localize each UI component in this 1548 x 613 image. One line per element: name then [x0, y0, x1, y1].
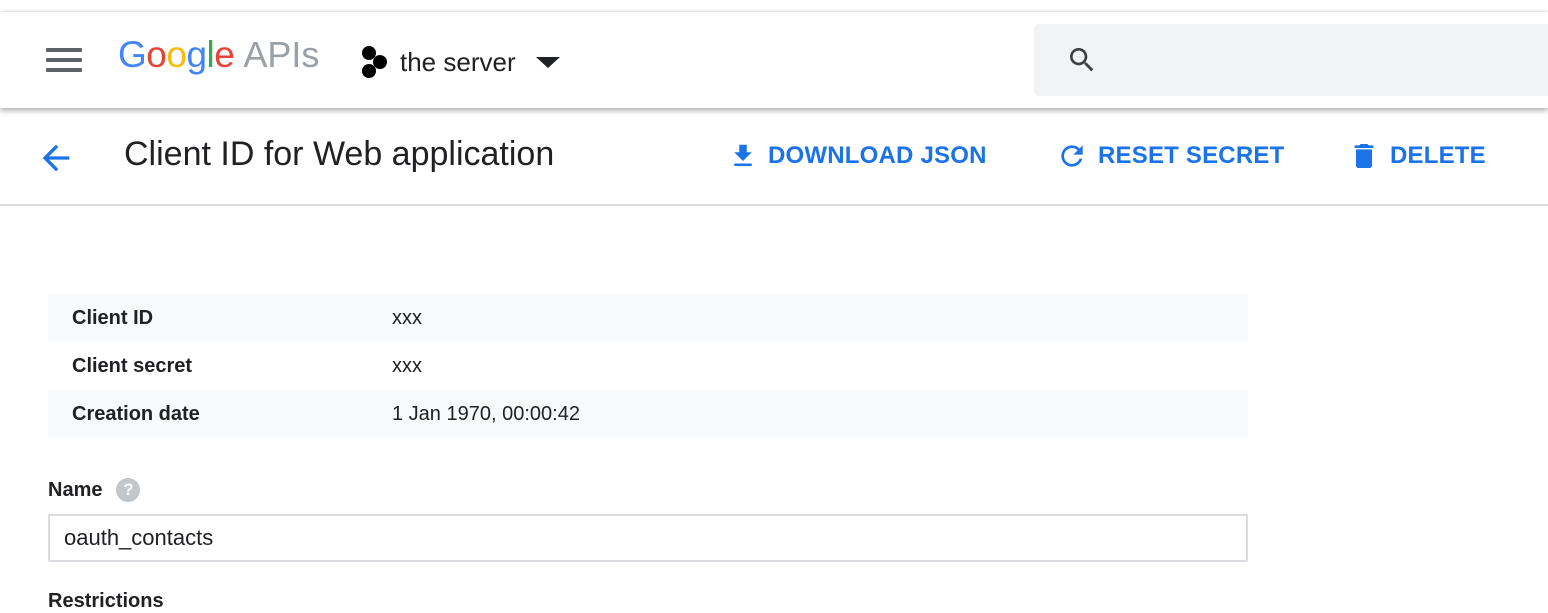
caret-down-icon: [535, 56, 560, 68]
back-arrow-icon[interactable]: [36, 138, 76, 178]
page-toolbar: Client ID for Web application DOWNLOAD J…: [0, 108, 1548, 206]
download-json-label: DOWNLOAD JSON: [768, 142, 987, 169]
detail-value: xxx: [392, 306, 422, 329]
menu-line: [46, 58, 82, 62]
name-field-label: Name ?: [48, 478, 141, 502]
search-bar[interactable]: [1034, 24, 1548, 96]
detail-label: Client secret: [72, 354, 193, 377]
help-icon[interactable]: ?: [116, 478, 141, 502]
restrictions-heading: Restrictions: [48, 590, 164, 612]
search-icon: [1070, 48, 1094, 72]
project-hexagon-icon: [358, 46, 388, 78]
app-bar: Google APIs the server: [0, 12, 1548, 108]
download-json-button[interactable]: DOWNLOAD JSON: [728, 138, 987, 174]
project-name: the server: [400, 46, 516, 77]
logo-letter: g: [186, 34, 207, 75]
name-label-text: Name: [48, 478, 103, 501]
project-selector[interactable]: the server: [358, 38, 560, 86]
logo-letter: o: [166, 34, 187, 75]
detail-row-client-id: Client ID xxx: [48, 294, 1248, 342]
detail-row-creation-date: Creation date 1 Jan 1970, 00:00:42: [48, 390, 1248, 438]
detail-row-client-secret: Client secret xxx: [48, 342, 1248, 390]
client-details-table: Client ID xxx Client secret xxx Creation…: [48, 294, 1248, 438]
menu-line: [46, 48, 82, 52]
top-strip: [0, 0, 1548, 12]
google-wordmark: Google: [118, 34, 235, 76]
logo-letter: e: [214, 34, 235, 75]
delete-button[interactable]: DELETE: [1348, 138, 1486, 174]
menu-line: [46, 68, 82, 72]
google-apis-logo[interactable]: Google APIs: [118, 34, 319, 84]
delete-label: DELETE: [1390, 142, 1486, 169]
logo-letter: o: [146, 34, 167, 75]
detail-label: Creation date: [72, 402, 200, 425]
apis-wordmark: APIs: [243, 34, 320, 75]
reset-secret-label: RESET SECRET: [1098, 142, 1285, 169]
reset-secret-button[interactable]: RESET SECRET: [1056, 138, 1284, 174]
detail-label: Client ID: [72, 306, 154, 329]
detail-value: xxx: [392, 354, 422, 377]
hamburger-menu-icon[interactable]: [40, 42, 88, 78]
download-icon: [734, 144, 752, 166]
detail-value: 1 Jan 1970, 00:00:42: [392, 402, 580, 425]
refresh-icon: [1061, 145, 1083, 167]
page-title: Client ID for Web application: [124, 135, 555, 173]
logo-letter: G: [118, 34, 147, 75]
trash-icon: [1354, 144, 1374, 168]
name-input[interactable]: [48, 514, 1248, 562]
